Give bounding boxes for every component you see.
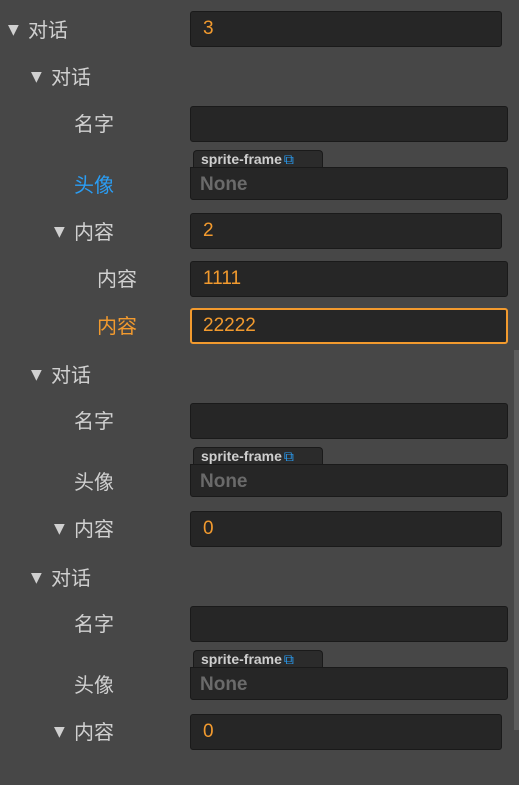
triangle-down-icon: ▼ <box>31 68 42 85</box>
dialogue-2-name-label: 名字 <box>74 409 114 433</box>
root-dialogue-label: 对话 <box>28 18 68 42</box>
dialogue-3-content-foldout[interactable]: ▼ 内容 <box>54 717 114 747</box>
dialogue-1-avatar-asset-field[interactable]: None <box>190 167 508 200</box>
triangle-down-icon: ▼ <box>54 723 65 740</box>
dialogue-1-asset-type-tab: sprite-frame ⧉ <box>193 150 323 167</box>
dialogue-1-content-foldout[interactable]: ▼ 内容 <box>54 217 114 247</box>
external-link-icon[interactable]: ⧉ <box>284 651 294 667</box>
dialogue-1-content-item-2-label: 内容 <box>97 314 137 338</box>
dialogue-1-content-item-1-input[interactable]: 1111 <box>190 261 508 297</box>
dialogue-3-name-label: 名字 <box>74 612 114 636</box>
external-link-icon[interactable]: ⧉ <box>284 448 294 464</box>
dialogue-3-content-label: 内容 <box>74 720 114 744</box>
dialogue-2-content-label: 内容 <box>74 517 114 541</box>
triangle-down-icon: ▼ <box>31 366 42 383</box>
asset-type-label: sprite-frame <box>201 651 282 667</box>
dialogue-1-content-count-input[interactable]: 2 <box>190 213 502 249</box>
triangle-down-icon: ▼ <box>8 21 19 38</box>
triangle-down-icon: ▼ <box>54 223 65 240</box>
dialogue-2-content-foldout[interactable]: ▼ 内容 <box>54 514 114 544</box>
dialogue-1-content-item-1-label: 内容 <box>97 267 137 291</box>
dialogue-3-foldout[interactable]: ▼ 对话 <box>31 563 91 593</box>
triangle-down-icon: ▼ <box>54 520 65 537</box>
dialogue-1-name-input[interactable] <box>190 106 508 142</box>
root-dialogue-foldout[interactable]: ▼ 对话 <box>8 15 68 45</box>
dialogue-1-foldout[interactable]: ▼ 对话 <box>31 62 91 92</box>
dialogue-3-name-input[interactable] <box>190 606 508 642</box>
dialogue-2-content-count-input[interactable]: 0 <box>190 511 502 547</box>
dialogue-1-avatar-label: 头像 <box>74 173 114 197</box>
dialogue-2-foldout[interactable]: ▼ 对话 <box>31 360 91 390</box>
asset-type-label: sprite-frame <box>201 448 282 464</box>
dialogue-2-label: 对话 <box>51 363 91 387</box>
dialogue-1-content-item-2-input[interactable]: 22222 <box>190 308 508 344</box>
dialogue-2-avatar-label: 头像 <box>74 470 114 494</box>
triangle-down-icon: ▼ <box>31 569 42 586</box>
external-link-icon[interactable]: ⧉ <box>284 151 294 167</box>
root-dialogue-count-input[interactable]: 3 <box>190 11 502 47</box>
dialogue-3-avatar-label: 头像 <box>74 673 114 697</box>
dialogue-3-content-count-input[interactable]: 0 <box>190 714 502 750</box>
dialogue-3-asset-type-tab: sprite-frame ⧉ <box>193 650 323 667</box>
dialogue-1-label: 对话 <box>51 65 91 89</box>
dialogue-2-asset-type-tab: sprite-frame ⧉ <box>193 447 323 464</box>
asset-type-label: sprite-frame <box>201 151 282 167</box>
dialogue-2-avatar-asset-field[interactable]: None <box>190 464 508 497</box>
dialogue-2-name-input[interactable] <box>190 403 508 439</box>
vertical-scrollbar[interactable] <box>514 350 519 730</box>
dialogue-3-avatar-asset-field[interactable]: None <box>190 667 508 700</box>
dialogue-3-label: 对话 <box>51 566 91 590</box>
dialogue-1-name-label: 名字 <box>74 112 114 136</box>
dialogue-1-content-label: 内容 <box>74 220 114 244</box>
